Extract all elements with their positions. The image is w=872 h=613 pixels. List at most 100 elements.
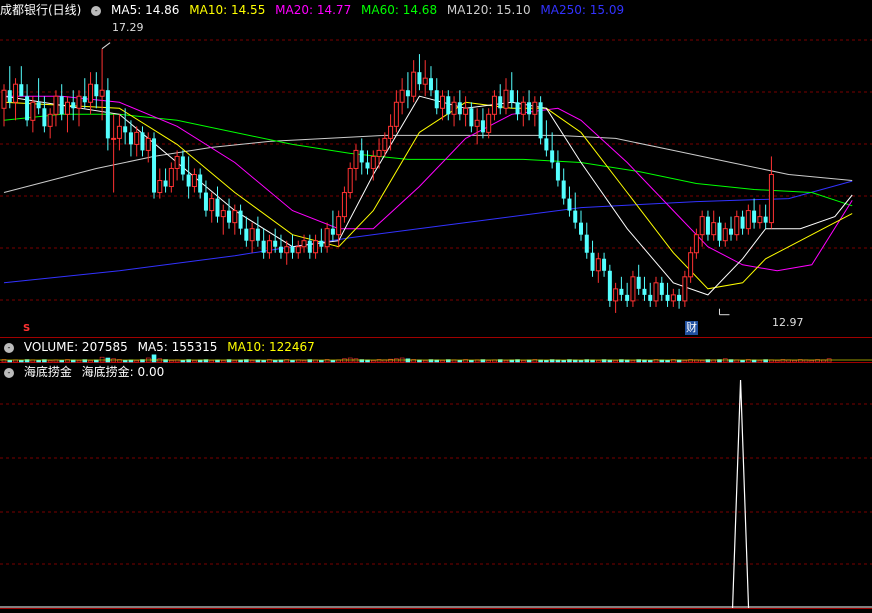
volume-bar [457,360,463,363]
low-price-label: 12.97 [772,314,810,332]
candle-body [717,222,722,241]
candle-body [365,162,370,169]
candle-body [434,90,439,109]
candle-body [722,228,728,242]
candle-body [469,108,474,127]
kline-chart[interactable] [0,0,872,613]
candle-body [555,162,560,181]
volume-bar [209,360,215,363]
candle-body [625,294,630,301]
candle-body [630,276,636,302]
candle-body [498,96,503,109]
volume-bar [220,360,226,363]
candle-body [290,246,295,253]
candle-body [636,276,641,289]
candle-body [284,246,290,254]
main-panel-toggle-icon[interactable]: - [91,5,102,16]
volume-bar [272,360,278,363]
candle-body [266,240,272,254]
candle-body [579,222,583,235]
volume-bar [36,360,41,363]
volume-bar [180,360,186,363]
volume-bar [122,360,128,363]
candle-body [324,228,330,248]
candle-body [486,113,492,133]
candle-body [116,125,122,139]
candle-body [451,101,457,115]
volume-bar [630,360,636,363]
candle-body [7,90,12,103]
volume-bar [319,360,324,363]
candle-body [220,210,226,218]
candle-body [503,89,509,109]
candle-body [295,246,301,254]
candle-body [36,102,41,109]
candle-body [307,240,312,253]
candle-body [30,101,36,121]
candle-body [71,102,76,109]
stock-title: 成都银行(日线) [0,3,82,17]
high-price-value: 17.29 [112,21,144,34]
candle-body [705,216,710,235]
volume-bar [370,360,376,363]
candle-body [180,156,185,175]
candle-body [319,240,324,247]
candle-body [382,137,388,151]
candle-body [677,294,682,301]
volume-bar [134,360,140,363]
candle-body [99,89,105,97]
candle-body [693,234,699,254]
volume-bar [19,360,24,363]
candle-body [550,150,555,163]
candle-body [509,90,514,103]
candle-body [417,72,422,85]
candle-body [757,216,763,224]
candle-body [567,198,572,211]
volume-bar [561,360,566,363]
volume-bar [682,360,688,363]
sell-marker[interactable]: S [23,320,30,338]
candle-body [422,77,428,85]
ma10-label: MA10: 14.55 [189,3,266,17]
candle-body [198,174,203,193]
candle-body [145,137,151,151]
candle-body [480,120,485,133]
volume-ma10-label: MA10: 122467 [227,340,315,354]
candle-body [359,150,364,163]
volume-panel-toggle-icon[interactable]: - [4,342,14,353]
volume-bar [330,360,336,363]
candle-body [111,137,117,140]
candle-body [538,102,543,139]
candle-body [411,71,417,97]
candle-body [341,192,347,218]
candle-body [227,210,232,223]
candle-body [64,101,70,115]
candle-body [238,210,243,229]
candle-body [659,282,664,295]
candle-body [53,95,59,115]
candle-body [399,89,405,103]
high-price-label: 17.29 [112,19,150,37]
volume-bar [774,360,780,363]
candle-body [215,198,220,217]
low-price-value: 12.97 [772,316,804,329]
indicator-panel-header: - 海底捞金 海底捞金: 0.00 [0,363,170,381]
candle-body [370,155,376,169]
indicator-spike-line [731,379,750,609]
candle-body [463,107,469,115]
candle-body [261,240,266,253]
candle-body [711,222,717,236]
candle-body [157,180,163,194]
candle-body [653,282,659,302]
volume-bar [665,360,670,363]
candle-body [13,83,19,103]
candle-body [515,102,520,115]
candle-body [336,216,342,236]
finance-marker[interactable]: 财 [685,321,698,335]
candle-body [353,149,359,169]
candle-body [88,83,94,103]
candle-body [561,180,566,199]
candle-body [491,95,497,115]
indicator-panel-toggle-icon[interactable]: - [4,367,14,378]
candle-body [699,216,705,236]
